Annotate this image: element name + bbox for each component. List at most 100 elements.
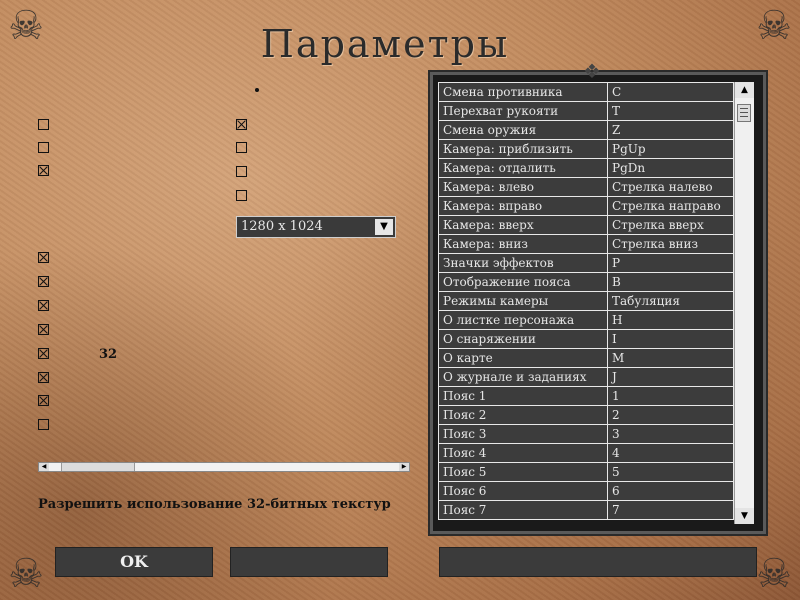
keybinding-key[interactable]: H: [607, 310, 734, 330]
keybinding-key[interactable]: 2: [607, 405, 734, 425]
keybinding-key[interactable]: 4: [607, 443, 734, 463]
keybinding-key[interactable]: I: [607, 329, 734, 349]
option-checkbox[interactable]: [38, 165, 49, 176]
option-checkbox[interactable]: [38, 142, 49, 153]
table-row[interactable]: Смена противника C: [438, 82, 734, 102]
keybinding-action: Пояс 5: [438, 462, 608, 482]
keybinding-key[interactable]: Z: [607, 120, 734, 140]
vertical-scrollbar[interactable]: ▲ ▼: [734, 82, 754, 524]
scroll-right-icon[interactable]: ▶: [399, 463, 409, 471]
keybinding-key[interactable]: M: [607, 348, 734, 368]
keybinding-action: Пояс 6: [438, 481, 608, 501]
keybinding-key[interactable]: Стрелка вверх: [607, 215, 734, 235]
table-row[interactable]: Перехват рукояти T: [438, 101, 734, 121]
keybinding-action: Смена противника: [438, 82, 608, 102]
page-title: Параметры: [260, 22, 510, 66]
scrollbar-thumb[interactable]: [737, 104, 751, 122]
keybinding-action: О снаряжении: [438, 329, 608, 349]
keybinding-action: О листке персонажа: [438, 310, 608, 330]
keybinding-key[interactable]: PgDn: [607, 158, 734, 178]
table-row[interactable]: Камера: влево Стрелка налево: [438, 177, 734, 197]
keybinding-key[interactable]: Табуляция: [607, 291, 734, 311]
keybinding-key[interactable]: 5: [607, 462, 734, 482]
option-checkbox[interactable]: [38, 419, 49, 430]
option-checkbox[interactable]: [236, 166, 247, 177]
keybinding-key[interactable]: 3: [607, 424, 734, 444]
option-checkbox[interactable]: [38, 348, 49, 359]
skull-ornament-icon: ☠: [8, 551, 44, 597]
table-row[interactable]: О карте M: [438, 348, 734, 368]
keybinding-action-button[interactable]: [439, 547, 757, 577]
option-checkbox[interactable]: [38, 119, 49, 130]
option-checkbox[interactable]: [38, 252, 49, 263]
keybinding-key[interactable]: 1: [607, 386, 734, 406]
table-row[interactable]: О снаряжении I: [438, 329, 734, 349]
table-row[interactable]: Пояс 66: [438, 481, 734, 501]
chevron-down-icon[interactable]: ▼: [375, 219, 393, 235]
horizontal-scrollbar[interactable]: ◀ ▶: [38, 462, 410, 472]
decorative-dot: [255, 88, 259, 92]
keybinding-action: Отображение пояса: [438, 272, 608, 292]
keybinding-key[interactable]: Стрелка направо: [607, 196, 734, 216]
keybinding-action: Пояс 2: [438, 405, 608, 425]
table-row[interactable]: Смена оружия Z: [438, 120, 734, 140]
keybinding-key[interactable]: T: [607, 101, 734, 121]
option-checkbox[interactable]: [38, 395, 49, 406]
table-row[interactable]: Пояс 77: [438, 500, 734, 520]
keybinding-action: Пояс 7: [438, 500, 608, 520]
keybinding-action: Смена оружия: [438, 120, 608, 140]
keybinding-action: Камера: вверх: [438, 215, 608, 235]
table-row[interactable]: Пояс 22: [438, 405, 734, 425]
option-checkbox[interactable]: [38, 300, 49, 311]
keybinding-action: Пояс 4: [438, 443, 608, 463]
keybinding-action: Значки эффектов: [438, 253, 608, 273]
keybindings-table: Смена противника C Перехват рукояти T Смена …: [438, 82, 734, 524]
ok-button[interactable]: OK: [55, 547, 213, 577]
keybinding-key[interactable]: 7: [607, 500, 734, 520]
option-checkbox[interactable]: [38, 372, 49, 383]
table-row[interactable]: Пояс 55: [438, 462, 734, 482]
keybinding-action: Камера: влево: [438, 177, 608, 197]
table-row[interactable]: Отображение пояса B: [438, 272, 734, 292]
scroll-up-icon[interactable]: ▲: [735, 82, 754, 98]
secondary-button[interactable]: [230, 547, 388, 577]
option-checkbox[interactable]: [236, 190, 247, 201]
keybinding-key[interactable]: PgUp: [607, 139, 734, 159]
table-row[interactable]: Режимы камеры Табуляция: [438, 291, 734, 311]
keybinding-action: О журнале и заданиях: [438, 367, 608, 387]
resolution-dropdown[interactable]: 1280 x 1024 ▼: [236, 216, 396, 238]
keybinding-key[interactable]: Стрелка вниз: [607, 234, 734, 254]
keybinding-action: О карте: [438, 348, 608, 368]
keybinding-action: Камера: вниз: [438, 234, 608, 254]
option-checkbox[interactable]: [236, 142, 247, 153]
keybinding-key[interactable]: 6: [607, 481, 734, 501]
keybinding-action: Камера: вправо: [438, 196, 608, 216]
keybinding-action: Камера: отдалить: [438, 158, 608, 178]
keybinding-action: Камера: приблизить: [438, 139, 608, 159]
table-row[interactable]: Камера: вправо Стрелка направо: [438, 196, 734, 216]
table-row[interactable]: Камера: вверх Стрелка вверх: [438, 215, 734, 235]
scrollbar-thumb[interactable]: [61, 463, 135, 471]
frame-ornament-icon: ❖: [583, 59, 601, 83]
table-row[interactable]: Камера: отдалить PgDn: [438, 158, 734, 178]
table-row[interactable]: Камера: приблизить PgUp: [438, 139, 734, 159]
keybinding-key[interactable]: B: [607, 272, 734, 292]
keybinding-key[interactable]: J: [607, 367, 734, 387]
scroll-down-icon[interactable]: ▼: [735, 508, 754, 524]
table-row[interactable]: Значки эффектов P: [438, 253, 734, 273]
option-checkbox[interactable]: [38, 324, 49, 335]
table-row[interactable]: О листке персонажа H: [438, 310, 734, 330]
table-row[interactable]: Пояс 11: [438, 386, 734, 406]
keybinding-key[interactable]: P: [607, 253, 734, 273]
keybinding-action: Пояс 1: [438, 386, 608, 406]
scroll-left-icon[interactable]: ◀: [39, 463, 49, 471]
table-row[interactable]: Пояс 33: [438, 424, 734, 444]
keybinding-key[interactable]: C: [607, 82, 734, 102]
keybinding-key[interactable]: Стрелка налево: [607, 177, 734, 197]
option-checkbox[interactable]: [236, 119, 247, 130]
keybinding-action: Пояс 3: [438, 424, 608, 444]
option-checkbox[interactable]: [38, 276, 49, 287]
table-row[interactable]: Пояс 44: [438, 443, 734, 463]
table-row[interactable]: Камера: вниз Стрелка вниз: [438, 234, 734, 254]
table-row[interactable]: О журнале и заданиях J: [438, 367, 734, 387]
